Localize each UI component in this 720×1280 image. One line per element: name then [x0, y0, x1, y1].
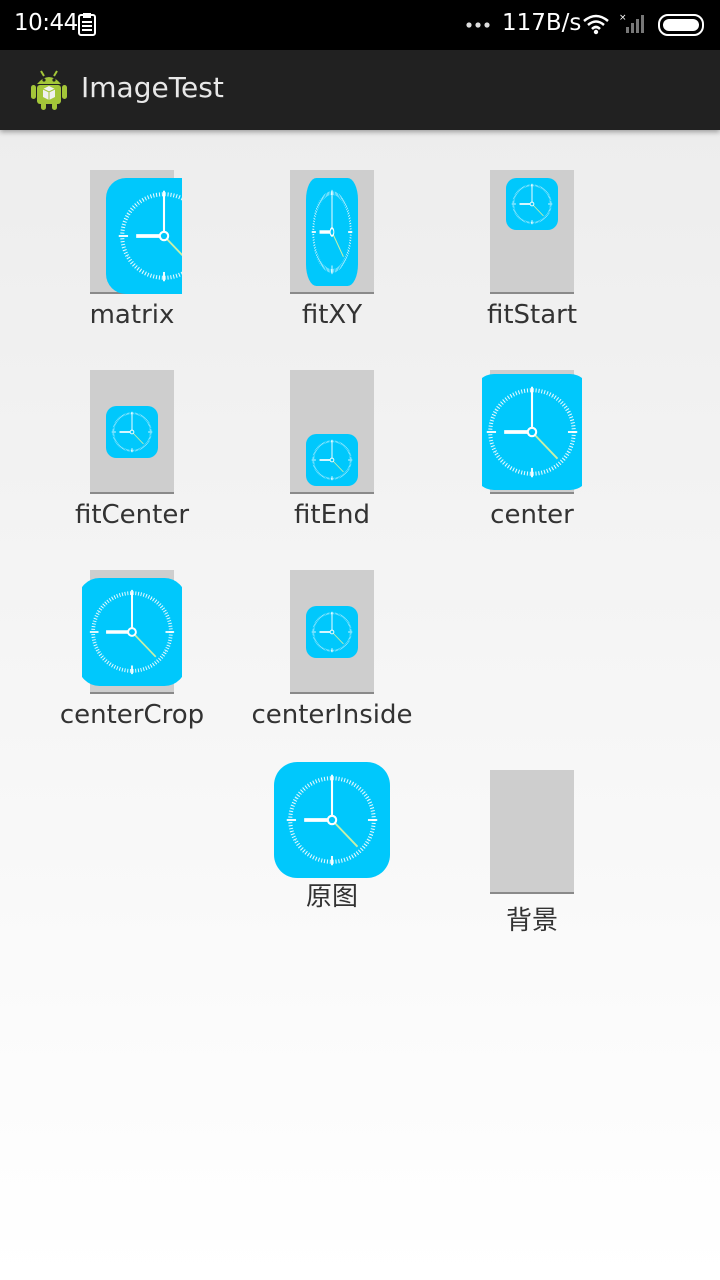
clock-image — [306, 178, 358, 286]
label-fitcenter: fitCenter — [74, 500, 190, 530]
label-centercrop: centerCrop — [59, 700, 205, 730]
app-title: ImageTest — [81, 71, 224, 104]
android-icon — [29, 67, 69, 111]
item-original — [274, 762, 390, 878]
signal-icon: × — [618, 12, 644, 34]
label-matrix: matrix — [89, 300, 175, 330]
label-fitstart: fitStart — [486, 300, 578, 330]
status-bar: 10:44 117B/s × — [0, 0, 720, 50]
label-fitend: fitEnd — [294, 500, 370, 530]
clock-image — [106, 178, 182, 294]
clock-image — [482, 374, 582, 490]
wifi-icon — [582, 13, 610, 35]
image-frame — [490, 770, 574, 894]
status-time: 10:44 — [14, 10, 78, 36]
svg-text:×: × — [619, 13, 627, 23]
clock-image — [82, 578, 182, 686]
label-background: 背景 — [505, 906, 558, 936]
action-bar: ImageTest — [0, 50, 720, 130]
label-original: 原图 — [305, 882, 358, 912]
clock-image — [106, 406, 158, 458]
clock-image — [306, 434, 358, 486]
clock-image — [306, 606, 358, 658]
clipboard-icon — [78, 12, 96, 36]
label-centerinside: centerInside — [251, 700, 413, 730]
label-fitxy: fitXY — [301, 300, 363, 330]
more-dots-icon — [466, 22, 490, 28]
battery-icon — [658, 14, 706, 36]
label-center: center — [490, 500, 574, 530]
clock-image — [274, 762, 390, 878]
net-speed: 117B/s — [502, 10, 582, 36]
clock-image — [506, 178, 558, 230]
